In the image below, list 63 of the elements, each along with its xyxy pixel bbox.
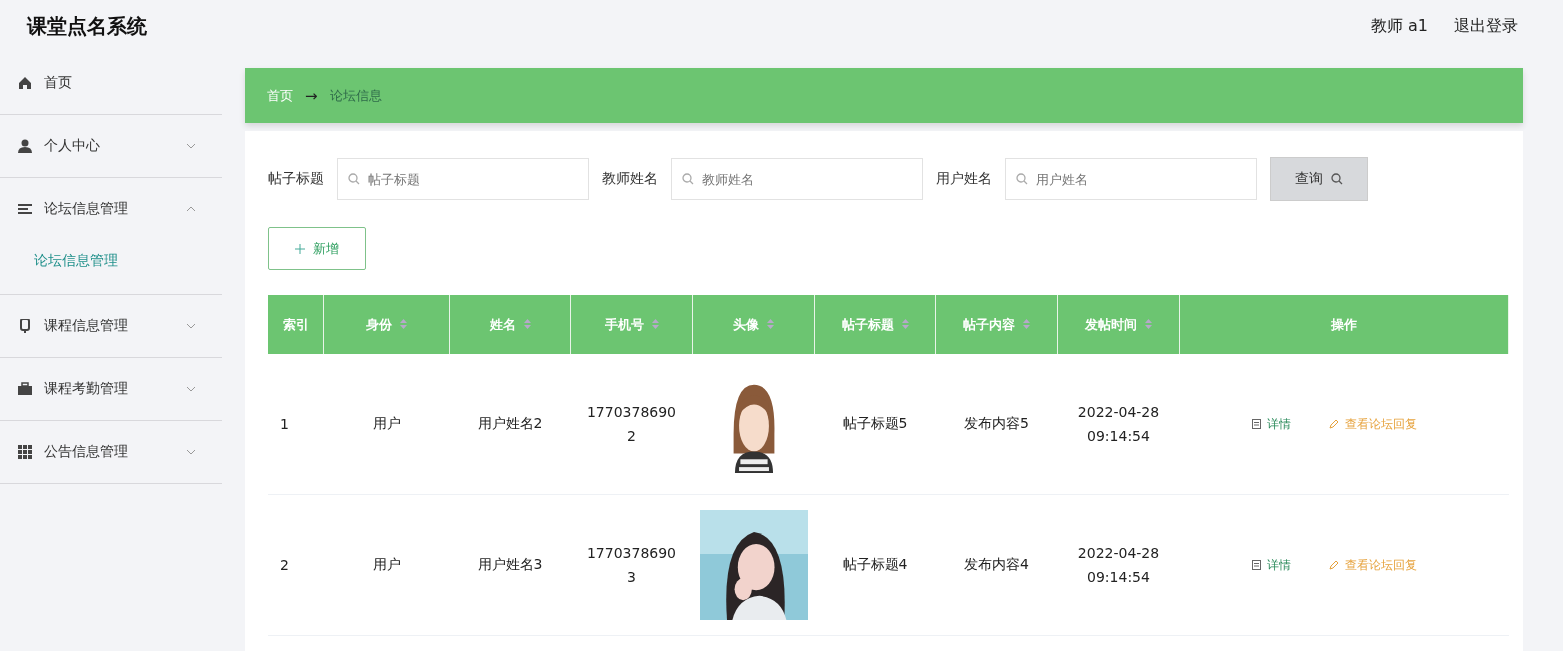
- logout-link[interactable]: 退出登录: [1454, 15, 1518, 37]
- menu-icon: [18, 202, 32, 216]
- column-header: 索引: [268, 295, 324, 354]
- table-cell: 帖子标题4: [842, 556, 908, 572]
- details-link[interactable]: 详情: [1251, 556, 1291, 574]
- column-header[interactable]: 手机号: [570, 295, 693, 354]
- sidebar-item[interactable]: 首页: [0, 52, 222, 114]
- search-icon: [1331, 173, 1343, 185]
- column-header[interactable]: 身份: [323, 295, 450, 354]
- document-icon: [1251, 560, 1261, 570]
- table-cell: 2022-04-28 09:14:54: [1077, 404, 1160, 444]
- table-cell: 用户姓名3: [477, 556, 543, 572]
- microphone-icon: [18, 319, 32, 333]
- sidebar-item[interactable]: 课程信息管理: [0, 295, 222, 357]
- table-cell: 17703786903: [586, 545, 677, 585]
- grid-icon: [18, 445, 32, 459]
- search-field[interactable]: 帖子标题: [337, 158, 589, 200]
- sidebar-item[interactable]: 论坛信息管理: [0, 178, 222, 240]
- view-replies-link[interactable]: 查看论坛回复: [1328, 415, 1417, 433]
- table-cell: 发布内容4: [964, 556, 1029, 572]
- field-label: 用户姓名: [936, 170, 992, 188]
- search-button[interactable]: 查询: [1270, 157, 1368, 201]
- breadcrumb-current: 论坛信息: [329, 86, 382, 105]
- user-name: 教师 a1: [1370, 15, 1428, 37]
- search-field[interactable]: 用户姓名: [1005, 158, 1257, 200]
- table-cell: 17703786902: [586, 404, 677, 444]
- pencil-icon: [1328, 560, 1339, 570]
- sidebar-item[interactable]: 个人中心: [0, 115, 222, 177]
- home-icon: [18, 76, 32, 90]
- table-cell: 用户: [372, 415, 401, 431]
- column-header[interactable]: 发帖时间: [1057, 295, 1180, 354]
- table-cell: 用户姓名2: [477, 415, 543, 431]
- table-cell: 帖子标题5: [842, 415, 908, 431]
- breadcrumb-link[interactable]: 首页: [267, 86, 293, 105]
- table-cell: 2022-04-28 09:14:54: [1077, 545, 1160, 585]
- search-field[interactable]: 教师姓名: [671, 158, 923, 200]
- view-replies-link[interactable]: 查看论坛回复: [1328, 556, 1417, 574]
- document-icon: [1251, 419, 1261, 429]
- details-link[interactable]: 详情: [1251, 415, 1291, 433]
- submenu-item[interactable]: 论坛信息管理: [0, 240, 222, 294]
- column-header[interactable]: 姓名: [449, 295, 571, 354]
- sidebar-item[interactable]: 公告信息管理: [0, 421, 222, 483]
- table-cell: 2: [280, 557, 289, 573]
- column-header[interactable]: 帖子内容: [935, 295, 1058, 354]
- column-header: 操作: [1179, 295, 1509, 354]
- briefcase-icon: [18, 382, 32, 396]
- add-button[interactable]: 新增: [268, 227, 366, 270]
- plus-icon: [295, 243, 305, 254]
- table-cell: 用户: [372, 556, 401, 572]
- field-label: 帖子标题: [268, 170, 324, 188]
- sidebar-item[interactable]: 课程考勤管理: [0, 358, 222, 420]
- pencil-icon: [1328, 419, 1339, 429]
- search-icon: [682, 173, 694, 185]
- field-label: 教师姓名: [602, 170, 658, 188]
- table-cell: 发布内容5: [964, 415, 1029, 431]
- breadcrumb-separator: →: [305, 86, 318, 105]
- table-cell: 1: [280, 416, 289, 432]
- user-icon: [18, 139, 32, 153]
- search-icon: [348, 173, 360, 185]
- search-icon: [1016, 173, 1028, 185]
- app-title: 课堂点名系统: [27, 12, 147, 40]
- column-header[interactable]: 头像: [692, 295, 815, 354]
- column-header[interactable]: 帖子标题: [814, 295, 936, 354]
